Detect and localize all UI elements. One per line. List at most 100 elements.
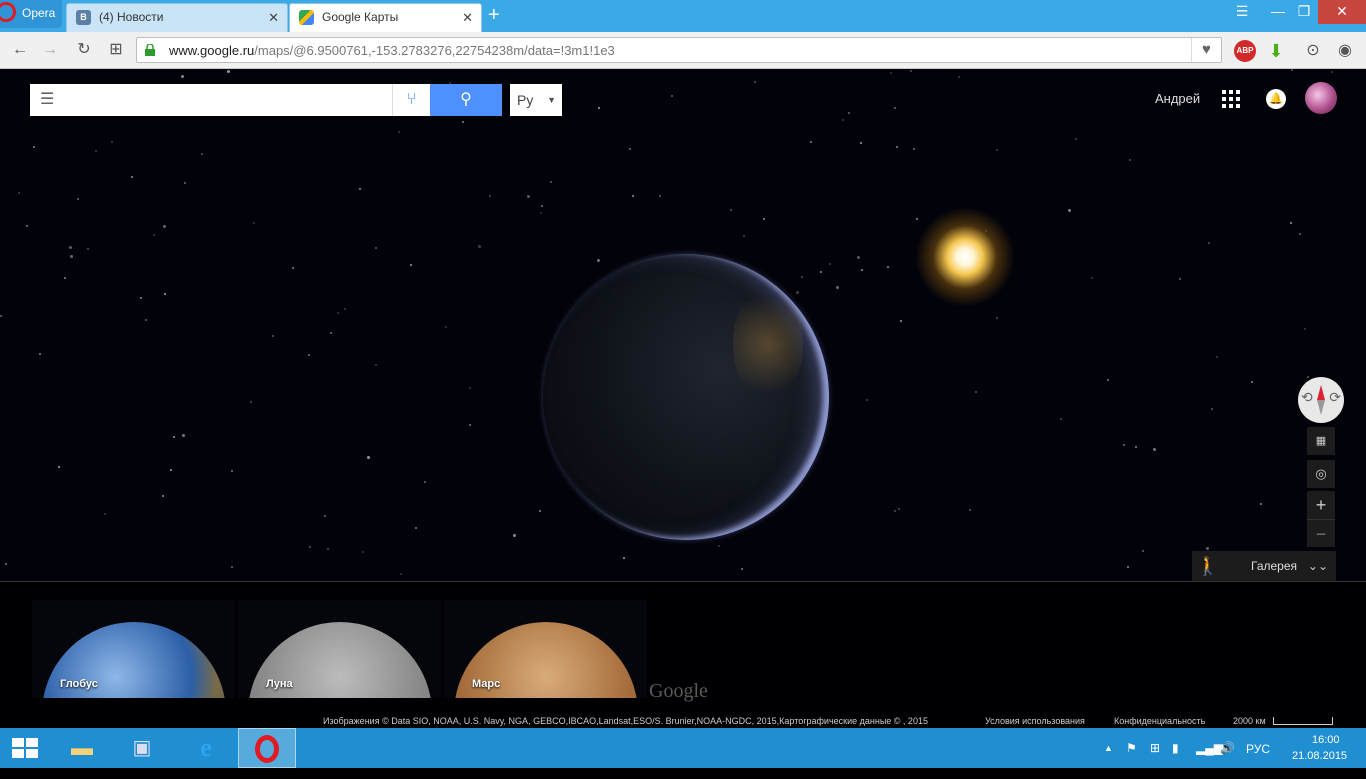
- adblock-plus-icon[interactable]: ABP: [1234, 40, 1256, 62]
- planet-card-moon[interactable]: Луна: [238, 600, 441, 698]
- language-select[interactable]: Ру ▼: [510, 84, 562, 116]
- star: [400, 573, 402, 575]
- rotate-left-icon[interactable]: ⟲: [1301, 389, 1313, 406]
- star: [1127, 566, 1129, 568]
- gallery-toggle-button[interactable]: Галерея ⌄⌄: [1224, 551, 1336, 581]
- planet-card-mars[interactable]: Марс: [444, 600, 647, 698]
- clock-time[interactable]: 16:00: [1312, 734, 1340, 746]
- star: [550, 181, 552, 183]
- avatar[interactable]: [1305, 82, 1337, 114]
- url-host: www.google.ru: [169, 43, 255, 58]
- opera-menu-button[interactable]: Opera: [0, 0, 62, 28]
- pegman-icon[interactable]: 🚶: [1192, 551, 1224, 581]
- browser-navbar: ← → ↻ ⊞ www.google.ru/maps/@6.9500761,-1…: [0, 32, 1366, 69]
- search-box: ☰ ⑂ ⚲: [30, 84, 502, 116]
- network-signal-icon[interactable]: ▂▄▆: [1196, 741, 1223, 755]
- star: [632, 195, 634, 197]
- star: [362, 551, 364, 553]
- url-path: /maps/@6.9500761,-153.2783276,22754238m/…: [254, 43, 615, 58]
- star: [469, 387, 471, 389]
- maximize-icon[interactable]: ❐: [1292, 0, 1316, 24]
- planet-card-globe[interactable]: Глобус: [32, 600, 235, 698]
- map-viewport[interactable]: ☰ ⑂ ⚲ Ру ▼ Андрей 🔔 ⟲ ⟳ ▦ ◎ + − 🚶 Галере…: [0, 69, 1366, 728]
- internet-explorer-icon[interactable]: e: [178, 728, 234, 768]
- minimize-icon[interactable]: —: [1266, 0, 1290, 24]
- reload-icon[interactable]: ↻: [74, 40, 94, 60]
- star: [810, 141, 812, 143]
- url-text[interactable]: www.google.ru/maps/@6.9500761,-153.27832…: [169, 43, 615, 58]
- terms-link[interactable]: Условия использования: [985, 716, 1085, 726]
- opera-taskbar-icon[interactable]: [238, 728, 296, 768]
- tab-vk-news[interactable]: B (4) Новости ✕: [66, 3, 288, 32]
- lock-icon: [145, 44, 155, 56]
- star: [513, 534, 516, 537]
- star: [1290, 222, 1292, 224]
- star: [860, 142, 862, 144]
- star: [801, 276, 803, 278]
- clock-date[interactable]: 21.08.2015: [1292, 750, 1347, 762]
- google-maps-icon: [299, 10, 314, 25]
- extensions-menu-icon[interactable]: ◉: [1334, 40, 1356, 62]
- my-location-icon[interactable]: ◎: [1307, 460, 1335, 488]
- star: [1260, 503, 1262, 505]
- zoom-out-button[interactable]: −: [1307, 519, 1335, 547]
- star: [445, 326, 447, 328]
- input-language[interactable]: РУС: [1246, 742, 1270, 756]
- tab-google-maps[interactable]: Google Карты ✕: [289, 3, 482, 32]
- tab-close-icon[interactable]: ✕: [268, 4, 279, 31]
- apps-grid-icon[interactable]: [1222, 90, 1240, 108]
- star: [292, 267, 294, 269]
- star: [111, 141, 113, 143]
- tab-menu-icon[interactable]: ☰: [1232, 0, 1252, 24]
- star: [763, 218, 765, 220]
- scale-label[interactable]: 2000 км: [1233, 716, 1266, 726]
- back-arrow-icon[interactable]: ←: [10, 40, 30, 60]
- search-button[interactable]: ⚲: [430, 84, 502, 116]
- download-extension-icon[interactable]: ⬇: [1265, 40, 1287, 62]
- tilt-grid-icon[interactable]: ▦: [1307, 427, 1335, 455]
- star: [996, 317, 998, 319]
- rotate-right-icon[interactable]: ⟳: [1329, 389, 1341, 406]
- opera-logo-icon: [255, 735, 279, 763]
- close-window-icon[interactable]: ✕: [1318, 0, 1366, 24]
- windows-start-button[interactable]: [0, 728, 48, 768]
- tray-expand-icon[interactable]: ▲: [1104, 743, 1113, 753]
- star: [33, 146, 35, 148]
- control-panel-icon[interactable]: ▣: [114, 728, 170, 768]
- user-name[interactable]: Андрей: [1155, 91, 1200, 106]
- volume-icon[interactable]: 🔊: [1220, 741, 1235, 755]
- privacy-link[interactable]: Конфиденциальность: [1114, 716, 1205, 726]
- new-tab-button[interactable]: +: [488, 5, 500, 25]
- star: [131, 176, 133, 178]
- star: [1304, 328, 1306, 330]
- star: [164, 293, 166, 295]
- star: [39, 353, 41, 355]
- star: [910, 70, 912, 72]
- address-bar[interactable]: www.google.ru/maps/@6.9500761,-153.27832…: [136, 37, 1222, 63]
- tab-close-icon[interactable]: ✕: [462, 4, 473, 31]
- file-explorer-icon[interactable]: ▬: [54, 728, 110, 768]
- star: [597, 259, 600, 262]
- star: [415, 527, 417, 529]
- directions-icon[interactable]: ⑂: [392, 84, 430, 116]
- speed-dial-icon[interactable]: ⊞: [106, 40, 126, 60]
- heart-icon[interactable]: ♥: [1191, 38, 1221, 62]
- search-input[interactable]: [70, 88, 390, 112]
- windows-tray-icon[interactable]: ⊞: [1150, 741, 1160, 755]
- star: [958, 76, 960, 78]
- star: [829, 263, 831, 265]
- battery-icon[interactable]: ▮: [1172, 741, 1179, 755]
- hamburger-menu-icon[interactable]: ☰: [40, 92, 56, 108]
- star: [250, 401, 252, 403]
- scale-bar: [1273, 717, 1333, 725]
- planet-label: Луна: [266, 678, 293, 690]
- zoom-in-button[interactable]: +: [1307, 491, 1335, 519]
- downloads-icon[interactable]: ⊙: [1302, 40, 1324, 62]
- star: [58, 466, 60, 468]
- action-center-flag-icon[interactable]: ⚑: [1126, 741, 1137, 755]
- compass-control[interactable]: ⟲ ⟳: [1298, 377, 1344, 423]
- earth-globe[interactable]: [543, 254, 829, 540]
- star: [1216, 356, 1218, 358]
- forward-arrow-icon[interactable]: →: [40, 40, 60, 60]
- notification-bell-icon[interactable]: 🔔: [1266, 89, 1286, 109]
